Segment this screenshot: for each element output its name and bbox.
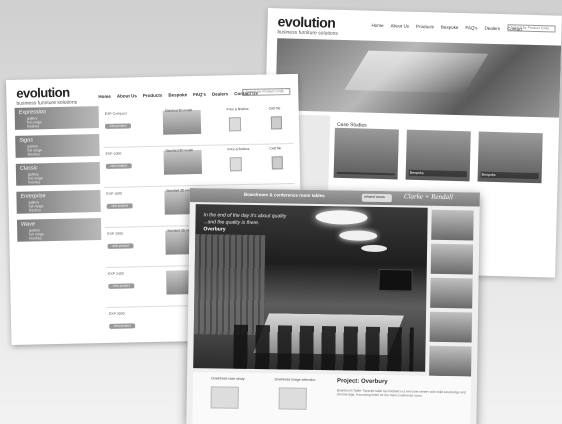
category-title: Wave	[20, 221, 36, 228]
case-study-thumbs: Bespoke Bespoke	[333, 127, 543, 184]
window-blinds	[193, 234, 266, 336]
category-title: Enterprise	[20, 193, 46, 200]
category-list: Expression gallery full range finishes S…	[14, 106, 102, 248]
chairs	[233, 324, 414, 372]
category-links: gallery full range finishes	[29, 200, 44, 212]
view-product-button[interactable]: view product	[108, 283, 135, 289]
project-description: Boardroom Table: Tapered table top finis…	[336, 388, 466, 398]
document-thumb[interactable]	[210, 386, 239, 409]
view-product-button[interactable]: view product	[105, 163, 132, 169]
case-study-thumb[interactable]	[333, 127, 399, 180]
product-image[interactable]	[162, 109, 202, 135]
search-input[interactable]: Search for Product Code	[242, 88, 291, 97]
nav-faqs[interactable]: FAQ's	[465, 25, 477, 30]
case-study-thumb[interactable]: Bespoke	[405, 129, 471, 182]
ceiling-light	[315, 209, 368, 225]
view-product-button[interactable]: view product	[106, 203, 133, 209]
gallery-thumb[interactable]	[430, 243, 474, 275]
cad-label: CAD file	[269, 146, 282, 151]
main-nav: Home About Us Products Bespoke FAQ's Dea…	[98, 91, 258, 99]
nav-bespoke[interactable]: Bespoke	[168, 92, 187, 97]
category-title: Signs	[19, 137, 34, 144]
ceiling-light	[361, 244, 388, 253]
case-study-thumb[interactable]: Bespoke	[477, 131, 543, 184]
cad-icon[interactable]	[271, 156, 283, 170]
view-product-button[interactable]: view product	[109, 323, 136, 329]
nav-about[interactable]: About Us	[391, 23, 410, 28]
category-title: Expression	[18, 109, 46, 116]
nav-bespoke[interactable]: Bespoke	[441, 25, 459, 30]
model-label: Standard 3D model	[165, 148, 194, 153]
link-finishes[interactable]: finishes	[29, 208, 44, 212]
product-image[interactable]	[163, 149, 203, 175]
document-thumb[interactable]	[278, 387, 307, 410]
thumb-caption: Bespoke	[408, 169, 467, 178]
brand-logo[interactable]: Clarke + Rendall	[404, 192, 453, 201]
ceiling-light	[339, 230, 378, 241]
gallery-thumb[interactable]	[431, 209, 474, 241]
nav-home[interactable]: Home	[98, 94, 111, 99]
link-finishes[interactable]: finishes	[27, 124, 42, 128]
pdf-icon[interactable]	[228, 117, 242, 132]
category-expression[interactable]: Expression gallery full range finishes	[14, 106, 100, 130]
nav-dealers[interactable]: Dealers	[212, 91, 228, 96]
thumb-caption: Bespoke	[480, 171, 539, 180]
pdf-icon[interactable]	[229, 157, 242, 172]
product-name: EXP 3000	[108, 311, 125, 316]
product-name: EXP Compact	[104, 111, 127, 116]
main-nav: Home About Us Products Bespoke FAQ's Dea…	[372, 23, 523, 32]
link-finishes[interactable]: finishes	[29, 236, 44, 240]
table-row: EXP 1000 view product Standard 3D model …	[103, 143, 295, 188]
product-name: EXP 2400	[108, 271, 124, 276]
related-areas-dropdown[interactable]: related areas	[361, 193, 392, 203]
category-enterprise[interactable]: Enterprise gallery full range finishes	[16, 190, 101, 214]
tagline: business furniture solutions	[277, 29, 339, 37]
quote: In the end of the day it's about quality…	[203, 212, 286, 227]
front-webpage: Boardroom & conference room tables relat…	[186, 188, 480, 424]
download-images-label[interactable]: Download image selection	[265, 377, 325, 382]
evolution-logo[interactable]: evolution	[277, 13, 335, 31]
gallery-thumb[interactable]	[430, 277, 473, 309]
price-label: Price & finishes	[226, 106, 249, 112]
nav-products[interactable]: Products	[143, 93, 163, 98]
project-panel: Download case study Download image selec…	[192, 372, 472, 424]
category-signs[interactable]: Signs gallery full range finishes	[15, 134, 100, 158]
product-name: EXP 1000	[105, 151, 122, 156]
gallery-thumb[interactable]	[429, 345, 472, 377]
category-links: gallery full range finishes	[27, 144, 42, 156]
gallery-thumb[interactable]	[429, 311, 473, 343]
view-product-button[interactable]: view product	[107, 243, 134, 249]
link-finishes[interactable]: finishes	[28, 180, 43, 184]
nav-about[interactable]: About Us	[117, 93, 137, 98]
search-input[interactable]: Search for Product Code	[507, 24, 556, 33]
category-links: gallery full range finishes	[28, 172, 43, 184]
view-product-button[interactable]: view product	[104, 123, 132, 129]
product-name: EXP 2000	[107, 231, 123, 236]
price-label: Price & finishes	[227, 146, 250, 152]
gallery-thumbs	[429, 209, 474, 381]
model-label: Standard 3D model	[164, 108, 193, 113]
product-name: EXP 1600	[106, 191, 123, 196]
nav-products[interactable]: Products	[416, 24, 434, 29]
wall-screen	[378, 268, 413, 292]
table-row: EXP Compact view product Standard 3D mod…	[102, 104, 294, 148]
thumb-caption	[336, 171, 395, 176]
hero-image	[275, 38, 562, 118]
link-finishes[interactable]: finishes	[28, 152, 43, 156]
quote-author: Overbury	[203, 226, 226, 233]
category-title: Classic	[19, 165, 38, 172]
category-links: gallery full range finishes	[29, 228, 44, 240]
cad-label: CAD file	[268, 106, 281, 111]
category-wave[interactable]: Wave gallery full range finishes	[16, 218, 102, 242]
cad-icon[interactable]	[270, 116, 283, 130]
evolution-logo[interactable]: evolution	[16, 85, 70, 101]
boardroom-photo: In the end of the day it's about quality…	[193, 204, 428, 372]
nav-faqs[interactable]: FAQ's	[193, 92, 206, 97]
download-case-study-label[interactable]: Download case study	[203, 376, 253, 381]
nav-home[interactable]: Home	[372, 23, 384, 28]
project-title: Project: Overbury	[336, 378, 388, 386]
nav-dealers[interactable]: Dealers	[484, 26, 500, 31]
category-classic[interactable]: Classic gallery full range finishes	[15, 162, 101, 186]
category-links: gallery full range finishes	[27, 116, 42, 128]
